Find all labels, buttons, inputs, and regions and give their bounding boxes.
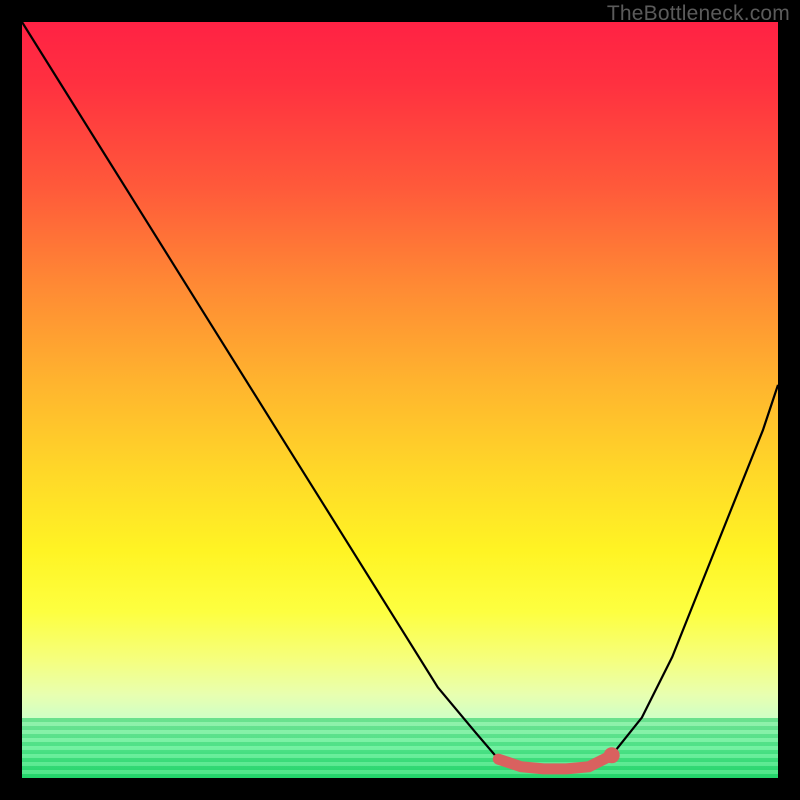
chart-container: TheBottleneck.com [0, 0, 800, 800]
marker-dot [604, 747, 620, 763]
flat-min-marker-path [498, 755, 611, 769]
curve-layer [22, 22, 778, 778]
bottleneck-curve-path [22, 22, 778, 772]
plot-area [22, 22, 778, 778]
